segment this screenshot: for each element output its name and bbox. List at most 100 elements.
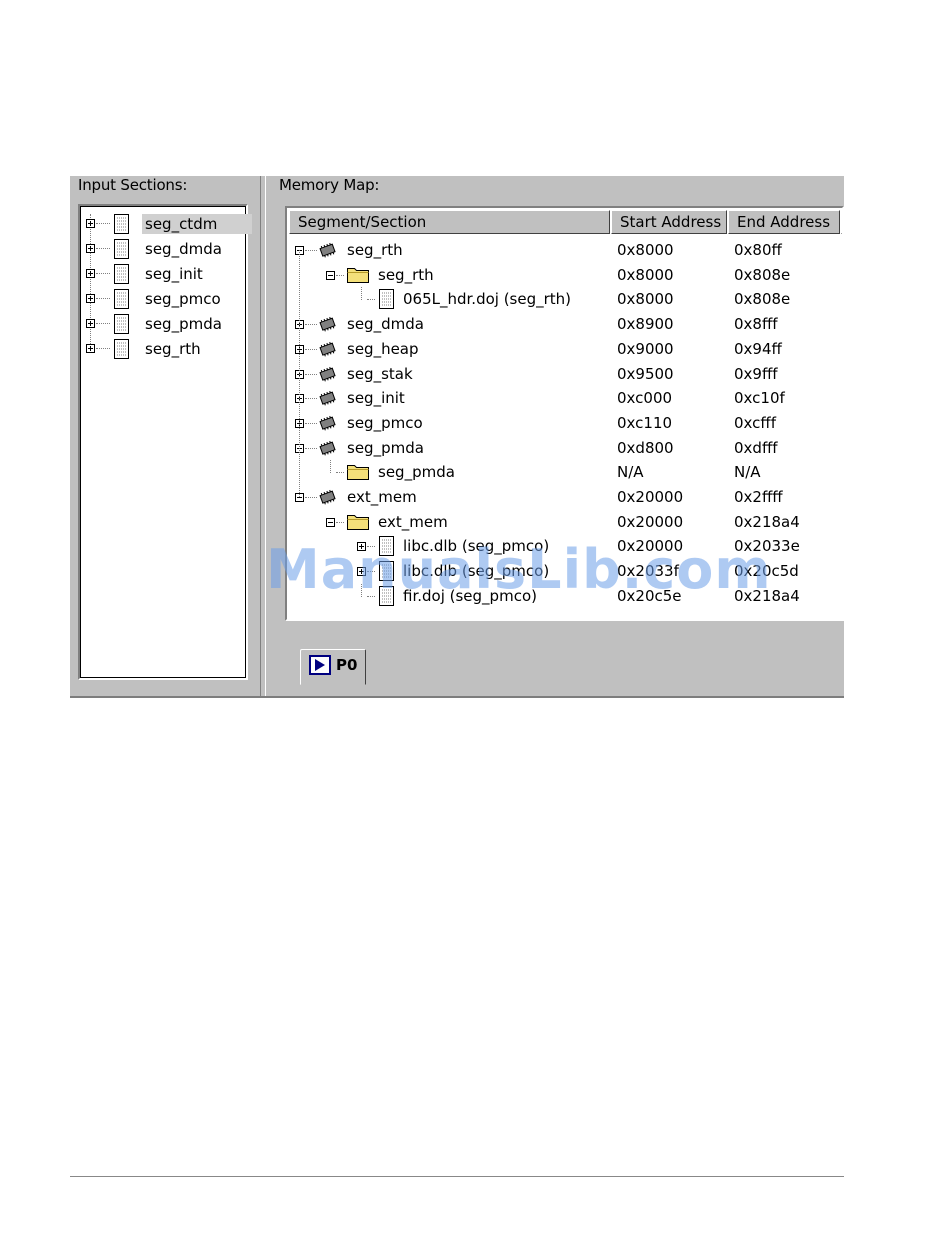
chip-icon bbox=[317, 341, 339, 361]
chip-icon bbox=[317, 390, 339, 410]
column-header-start-address[interactable]: Start Address bbox=[611, 210, 727, 234]
tree-connector bbox=[305, 250, 317, 251]
input-section-item[interactable]: seg_ctdm bbox=[80, 212, 252, 239]
end-address: N/A bbox=[734, 463, 761, 482]
tree-connector bbox=[305, 324, 317, 326]
table-row[interactable]: ext_mem 0x20000 0x2ffff bbox=[287, 485, 842, 509]
expand-icon[interactable] bbox=[86, 219, 95, 228]
table-row[interactable]: seg_init 0xc000 0xc10f bbox=[287, 386, 842, 410]
input-section-item[interactable]: seg_rth bbox=[80, 337, 246, 361]
segment-name: seg_rth bbox=[347, 241, 403, 259]
expand-icon[interactable] bbox=[86, 344, 95, 353]
document-icon bbox=[112, 213, 132, 239]
end-address: 0x808e bbox=[734, 290, 791, 309]
input-section-item[interactable]: seg_pmco bbox=[80, 287, 246, 311]
document-icon bbox=[112, 313, 132, 339]
end-address: 0x94ff bbox=[734, 339, 782, 358]
chip-icon bbox=[317, 489, 339, 509]
start-address: 0x20000 bbox=[617, 488, 684, 506]
table-row[interactable]: seg_pmco 0xc110 0xcfff bbox=[287, 411, 842, 435]
linker-memory-map-window: Input Sections: Memory Map: seg_ctdm seg_… bbox=[70, 176, 844, 698]
end-address: 0xdfff bbox=[734, 438, 778, 457]
tree-connector bbox=[305, 398, 317, 400]
segment-name: seg_dmda bbox=[347, 315, 424, 334]
start-address: 0x20000 bbox=[617, 512, 684, 531]
table-header: Segment/Section Start Address End Addres… bbox=[289, 210, 842, 236]
folder-icon bbox=[346, 264, 370, 288]
chip-icon bbox=[317, 440, 339, 460]
column-header-end-address[interactable]: End Address bbox=[728, 210, 840, 234]
start-address: 0x9500 bbox=[617, 364, 674, 383]
input-section-label: seg_ctdm bbox=[142, 214, 252, 234]
input-section-label: seg_pmco bbox=[145, 290, 221, 308]
end-address: 0x9fff bbox=[734, 364, 778, 383]
start-address: 0xc110 bbox=[617, 413, 673, 432]
tree-connector bbox=[305, 422, 317, 424]
input-section-item[interactable]: seg_pmda bbox=[80, 312, 246, 336]
input-sections-label: Input Sections: bbox=[78, 176, 188, 194]
table-row[interactable]: seg_stak 0x9500 0x9fff bbox=[287, 362, 842, 386]
input-sections-tree[interactable]: seg_ctdm seg_dmda seg_init seg_pmco seg_pmda… bbox=[78, 204, 252, 680]
expand-icon[interactable] bbox=[86, 294, 95, 303]
end-address: 0x218a4 bbox=[734, 512, 800, 531]
chip-icon bbox=[317, 366, 339, 386]
start-address: N/A bbox=[617, 463, 644, 482]
tree-connector bbox=[96, 348, 110, 349]
chip-icon bbox=[317, 415, 339, 435]
start-address: 0x8000 bbox=[617, 265, 674, 284]
segment-name: seg_pmco bbox=[347, 413, 423, 432]
tree-connector bbox=[361, 287, 362, 301]
input-section-label: seg_init bbox=[145, 265, 203, 283]
start-address: 0x9000 bbox=[617, 339, 674, 358]
table-row[interactable]: seg_pmda N/A N/A bbox=[287, 460, 842, 484]
collapse-icon[interactable] bbox=[326, 270, 335, 280]
document-icon bbox=[112, 288, 132, 314]
document-icon bbox=[112, 238, 132, 264]
processor-icon bbox=[309, 655, 331, 675]
end-address: 0x8fff bbox=[734, 315, 778, 334]
start-address: 0x8900 bbox=[617, 315, 674, 334]
start-address: 0x8000 bbox=[617, 241, 674, 259]
start-address: 0x8000 bbox=[617, 290, 674, 309]
tree-connector bbox=[336, 521, 344, 523]
chip-icon bbox=[317, 316, 339, 336]
tab-p0[interactable]: P0 bbox=[300, 649, 366, 685]
page-rule bbox=[70, 1176, 844, 1177]
tree-connector bbox=[336, 274, 344, 276]
table-row[interactable]: seg_dmda 0x8900 0x8fff bbox=[287, 312, 842, 336]
input-section-item[interactable]: seg_init bbox=[80, 262, 246, 286]
document-icon bbox=[112, 263, 132, 289]
tab-label: P0 bbox=[336, 656, 358, 674]
tree-connector bbox=[96, 273, 110, 274]
tree-connector bbox=[305, 373, 317, 375]
tree-connector bbox=[299, 250, 300, 497]
table-row[interactable]: seg_heap 0x9000 0x94ff bbox=[287, 337, 842, 361]
splitter[interactable] bbox=[260, 176, 266, 696]
table-row[interactable]: seg_rth 0x8000 0x808e bbox=[287, 263, 842, 288]
column-header-filler bbox=[841, 210, 842, 234]
input-section-item[interactable]: seg_dmda bbox=[80, 237, 246, 261]
end-address: 0xcfff bbox=[734, 413, 777, 432]
expand-icon[interactable] bbox=[86, 319, 95, 328]
tree-connector bbox=[367, 299, 375, 301]
tree-connector bbox=[305, 348, 317, 350]
table-row[interactable]: seg_pmda 0xd800 0xdfff bbox=[287, 436, 842, 460]
table-row[interactable]: ext_mem 0x20000 0x218a4 bbox=[287, 510, 842, 534]
start-address: 0xd800 bbox=[617, 438, 674, 457]
segment-name: 065L_hdr.doj (seg_rth) bbox=[403, 290, 572, 309]
tree-connector bbox=[96, 323, 110, 324]
collapse-icon[interactable] bbox=[326, 517, 335, 527]
input-section-label: seg_dmda bbox=[145, 240, 222, 258]
table-row[interactable]: seg_rth 0x8000 0x80ff bbox=[287, 238, 842, 262]
tree-connector bbox=[336, 472, 344, 474]
segment-name: seg_heap bbox=[347, 339, 419, 358]
input-section-label: seg_rth bbox=[145, 340, 201, 358]
document-icon bbox=[112, 338, 132, 364]
segment-name: seg_pmda bbox=[378, 463, 455, 482]
memory-map-label: Memory Map: bbox=[279, 176, 380, 194]
column-header-segment[interactable]: Segment/Section bbox=[289, 210, 610, 234]
expand-icon[interactable] bbox=[86, 269, 95, 278]
end-address: 0x80ff bbox=[734, 241, 782, 259]
expand-icon[interactable] bbox=[86, 244, 95, 253]
table-row[interactable]: 065L_hdr.doj (seg_rth) 0x8000 0x808e bbox=[287, 287, 842, 311]
